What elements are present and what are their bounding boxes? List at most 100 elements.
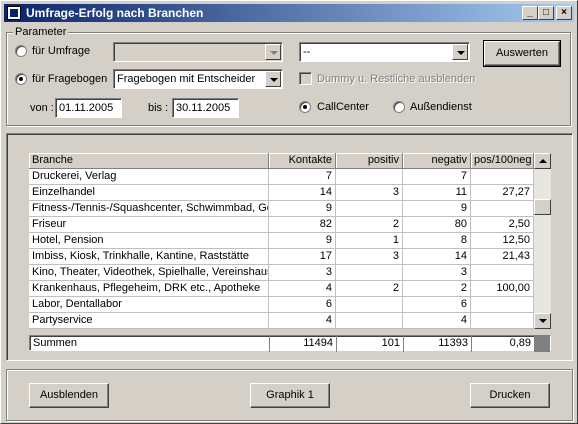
table-cell: 2 [336, 281, 403, 297]
table-cell: 2,50 [471, 217, 534, 233]
table-cell: 82 [269, 217, 336, 233]
ausblenden-button[interactable]: Ausblenden [29, 383, 109, 408]
close-button[interactable]: × [556, 6, 572, 20]
radio-fuer-umfrage-label: für Umfrage [32, 45, 91, 57]
fragebogen-combo[interactable]: Fragebogen mit Entscheider [113, 69, 283, 89]
summary-row: Summen 11494 101 11393 0,89 [29, 335, 551, 352]
radio-fuer-fragebogen[interactable] [15, 73, 27, 85]
column-header-pos-100neg[interactable]: pos/100neg [471, 153, 534, 169]
table-row[interactable]: Druckerei, Verlag 7 7 [29, 169, 534, 185]
table-cell: Kino, Theater, Videothek, Spielhalle, Ve… [29, 265, 269, 281]
second-combo-value: -- [303, 46, 311, 58]
table-cell: 12,50 [471, 233, 534, 249]
summary-spacer [535, 336, 550, 352]
table-cell: 21,43 [471, 249, 534, 265]
table-row[interactable]: Krankenhaus, Pflegeheim, DRK etc., Apoth… [29, 281, 534, 297]
radio-aussendienst[interactable] [393, 101, 405, 113]
table-cell: Labor, Dentallabor [29, 297, 269, 313]
table-row[interactable]: Einzelhandel 14 3 11 27,27 [29, 185, 534, 201]
table-cell: 3 [269, 265, 336, 281]
table-cell: 4 [269, 313, 336, 329]
table-cell: 14 [269, 185, 336, 201]
table-cell [336, 297, 403, 313]
main-window: Umfrage-Erfolg nach Branchen _ □ × Param… [0, 0, 578, 424]
auswerten-button[interactable]: Auswerten [483, 40, 561, 67]
bis-date-input[interactable]: 30.11.2005 [172, 98, 239, 118]
fragebogen-combo-value: Fragebogen mit Entscheider [117, 73, 256, 85]
column-header-positiv[interactable]: positiv [336, 153, 403, 169]
table-cell: 14 [403, 249, 471, 265]
table-cell: 9 [269, 201, 336, 217]
table-cell: 8 [403, 233, 471, 249]
scroll-down-icon[interactable] [534, 313, 551, 329]
table-row[interactable]: Hotel, Pension 9 1 8 12,50 [29, 233, 534, 249]
radio-fuer-fragebogen-label: für Fragebogen [32, 73, 108, 85]
branchen-table[interactable]: Branche Kontakte positiv negativ pos/100… [29, 153, 551, 329]
table-cell: 11 [403, 185, 471, 201]
table-cell: 6 [269, 297, 336, 313]
scroll-thumb[interactable] [534, 199, 551, 215]
scroll-up-icon[interactable] [534, 153, 551, 169]
table-cell: Friseur [29, 217, 269, 233]
umfrage-combo[interactable] [113, 42, 283, 62]
graphik-button[interactable]: Graphik 1 [250, 383, 330, 408]
fragebogen-combo-arrow-icon[interactable] [265, 71, 281, 87]
table-cell: Imbiss, Kiosk, Trinkhalle, Kantine, Rast… [29, 249, 269, 265]
column-header-branche[interactable]: Branche [29, 153, 269, 169]
table-row[interactable]: Friseur 82 2 80 2,50 [29, 217, 534, 233]
second-combo-arrow-icon[interactable] [452, 44, 468, 60]
dummy-checkbox[interactable] [299, 72, 312, 85]
table-cell: 3 [336, 249, 403, 265]
table-row[interactable]: Imbiss, Kiosk, Trinkhalle, Kantine, Rast… [29, 249, 534, 265]
dummy-checkbox-label: Dummy u. Restliche ausblenden [317, 73, 476, 85]
window-title: Umfrage-Erfolg nach Branchen [26, 6, 204, 20]
table-cell: 7 [269, 169, 336, 185]
table-cell: 2 [403, 281, 471, 297]
column-header-kontakte[interactable]: Kontakte [269, 153, 336, 169]
maximize-button[interactable]: □ [538, 6, 554, 20]
table-cell [336, 313, 403, 329]
table-cell [471, 169, 534, 185]
table-scrollbar[interactable] [534, 153, 551, 329]
radio-aussendienst-label: Außendienst [410, 101, 472, 113]
table-cell: Hotel, Pension [29, 233, 269, 249]
table-header: Branche Kontakte positiv negativ pos/100… [29, 153, 534, 169]
radio-callcenter[interactable] [299, 101, 311, 113]
bis-label: bis : [148, 102, 169, 114]
table-cell: 3 [403, 265, 471, 281]
table-row[interactable]: Labor, Dentallabor 6 6 [29, 297, 534, 313]
table-cell: 1 [336, 233, 403, 249]
table-cell: Partyservice [29, 313, 269, 329]
column-header-negativ[interactable]: negativ [403, 153, 471, 169]
minimize-button[interactable]: _ [522, 6, 538, 20]
app-icon [7, 6, 21, 20]
table-cell: Krankenhaus, Pflegeheim, DRK etc., Apoth… [29, 281, 269, 297]
table-cell: Druckerei, Verlag [29, 169, 269, 185]
table-cell: 80 [403, 217, 471, 233]
table-cell: 3 [336, 185, 403, 201]
table-cell [336, 265, 403, 281]
table-cell [471, 297, 534, 313]
radio-callcenter-label: CallCenter [317, 101, 369, 113]
table-cell [471, 265, 534, 281]
table-cell: 6 [403, 297, 471, 313]
table-cell: 100,00 [471, 281, 534, 297]
table-cell [336, 201, 403, 217]
drucken-button[interactable]: Drucken [470, 383, 550, 408]
table-cell: 4 [403, 313, 471, 329]
table-cell [336, 169, 403, 185]
table-row[interactable]: Kino, Theater, Videothek, Spielhalle, Ve… [29, 265, 534, 281]
second-combo[interactable]: -- [299, 42, 470, 62]
summary-positiv: 101 [337, 336, 404, 352]
table-cell: 2 [336, 217, 403, 233]
table-cell: 9 [269, 233, 336, 249]
table-row[interactable]: Fitness-/Tennis-/Squashcenter, Schwimmba… [29, 201, 534, 217]
table-cell: 27,27 [471, 185, 534, 201]
radio-fuer-umfrage[interactable] [15, 45, 27, 57]
table-cell: 4 [269, 281, 336, 297]
table-row[interactable]: Partyservice 4 4 [29, 313, 534, 329]
von-date-input[interactable]: 01.11.2005 [55, 98, 122, 118]
table-cell: 7 [403, 169, 471, 185]
umfrage-combo-arrow-icon[interactable] [265, 44, 281, 60]
table-cell [471, 201, 534, 217]
